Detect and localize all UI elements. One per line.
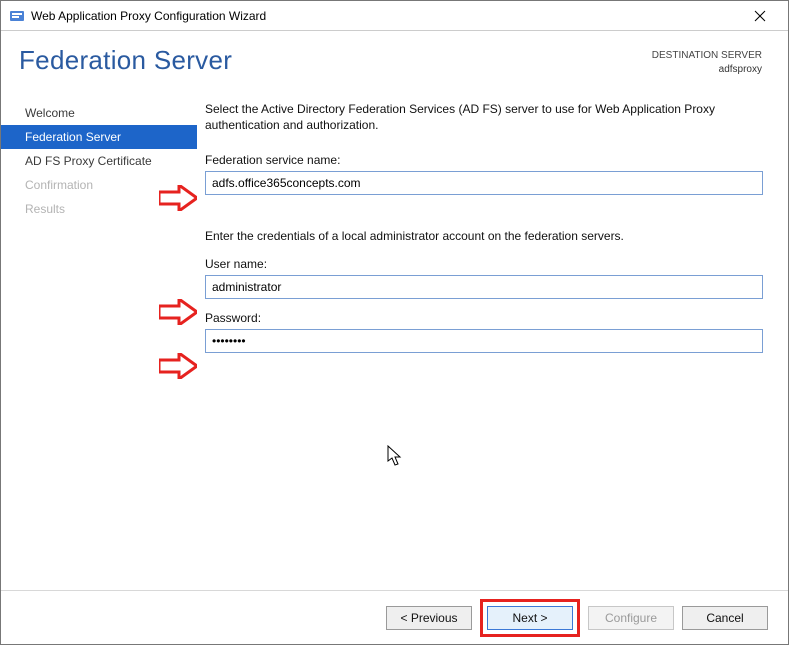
window-title: Web Application Proxy Configuration Wiza… — [31, 9, 740, 23]
wizard-sidebar: Welcome Federation Server AD FS Proxy Ce… — [1, 95, 197, 590]
configure-button: Configure — [588, 606, 674, 630]
sidebar-item-federation-server[interactable]: Federation Server — [1, 125, 197, 149]
app-icon — [9, 8, 25, 24]
instruction-text: Select the Active Directory Federation S… — [205, 101, 765, 133]
next-button[interactable]: Next > — [487, 606, 573, 630]
destination-value: adfsproxy — [652, 63, 762, 77]
arrow-icon — [159, 353, 197, 379]
arrow-icon — [159, 299, 197, 325]
arrow-icon — [159, 185, 197, 211]
federation-service-input[interactable] — [205, 171, 763, 195]
next-button-highlight: Next > — [480, 599, 580, 637]
password-input[interactable] — [205, 329, 763, 353]
credentials-instruction: Enter the credentials of a local adminis… — [205, 229, 766, 243]
federation-service-label: Federation service name: — [205, 153, 766, 167]
username-label: User name: — [205, 257, 766, 271]
sidebar-item-welcome[interactable]: Welcome — [1, 101, 197, 125]
close-button[interactable] — [740, 2, 780, 30]
cursor-icon — [387, 445, 403, 467]
body: Welcome Federation Server AD FS Proxy Ce… — [1, 95, 788, 590]
content-pane: Select the Active Directory Federation S… — [197, 95, 788, 590]
username-input[interactable] — [205, 275, 763, 299]
cancel-button[interactable]: Cancel — [682, 606, 768, 630]
previous-button[interactable]: < Previous — [386, 606, 472, 630]
header: Federation Server DESTINATION SERVER adf… — [1, 31, 788, 95]
destination-label: DESTINATION SERVER — [652, 49, 762, 63]
page-title: Federation Server — [19, 45, 652, 76]
destination-server: DESTINATION SERVER adfsproxy — [652, 49, 762, 77]
sidebar-item-adfs-proxy-certificate[interactable]: AD FS Proxy Certificate — [1, 149, 197, 173]
footer: < Previous Next > Configure Cancel — [1, 590, 788, 644]
password-label: Password: — [205, 311, 766, 325]
titlebar: Web Application Proxy Configuration Wiza… — [1, 1, 788, 31]
wizard-window: Web Application Proxy Configuration Wiza… — [0, 0, 789, 645]
